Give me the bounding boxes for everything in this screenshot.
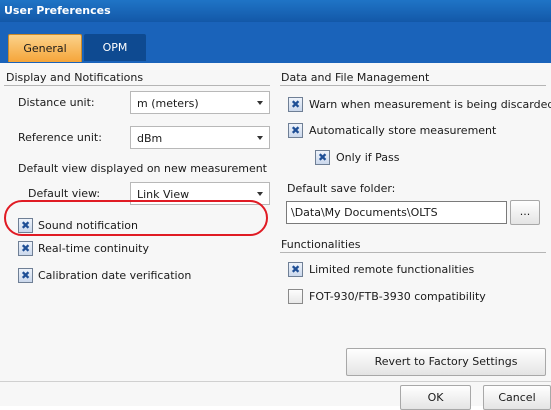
- ok-button[interactable]: OK: [400, 385, 471, 410]
- reference-unit-value: dBm: [137, 132, 163, 145]
- functionalities-heading: Functionalities: [281, 238, 361, 251]
- reference-unit-dropdown[interactable]: dBm: [130, 126, 270, 149]
- chevron-down-icon: [257, 101, 263, 105]
- cancel-button[interactable]: Cancel: [483, 385, 551, 410]
- save-folder-field[interactable]: [286, 201, 507, 224]
- sound-notification-label: Sound notification: [38, 219, 138, 232]
- save-folder-label: Default save folder:: [287, 182, 396, 195]
- window-title: User Preferences: [4, 4, 111, 17]
- tab-bar: General OPM: [0, 22, 551, 63]
- limited-remote-label: Limited remote functionalities: [309, 263, 475, 276]
- warn-discard-label: Warn when measurement is being discarded: [309, 98, 551, 111]
- auto-store-checkbox[interactable]: [288, 123, 303, 138]
- default-view-label: Default view:: [28, 187, 101, 200]
- display-notifications-heading: Display and Notifications: [6, 71, 144, 84]
- distance-unit-dropdown[interactable]: m (meters): [130, 91, 270, 114]
- default-view-value: Link View: [137, 188, 190, 201]
- footer-divider: [0, 381, 551, 382]
- fot-compat-label: FOT-930/FTB-3930 compatibility: [309, 290, 486, 303]
- calibration-date-label: Calibration date verification: [38, 269, 192, 282]
- calibration-date-checkbox[interactable]: [18, 268, 33, 283]
- save-folder-input[interactable]: [287, 202, 506, 223]
- fot-compat-checkbox[interactable]: [288, 289, 303, 304]
- auto-store-label: Automatically store measurement: [309, 124, 497, 137]
- section-divider: [280, 252, 546, 253]
- only-if-pass-label: Only if Pass: [336, 151, 400, 164]
- section-divider: [280, 85, 546, 86]
- tab-opm[interactable]: OPM: [84, 34, 146, 61]
- only-if-pass-checkbox[interactable]: [315, 150, 330, 165]
- default-view-heading: Default view displayed on new measuremen…: [18, 162, 267, 175]
- real-time-continuity-checkbox[interactable]: [18, 241, 33, 256]
- tab-general[interactable]: General: [8, 34, 82, 62]
- reference-unit-label: Reference unit:: [18, 131, 102, 144]
- browse-button[interactable]: ...: [510, 200, 540, 225]
- revert-factory-button[interactable]: Revert to Factory Settings: [346, 348, 546, 376]
- sound-notification-checkbox[interactable]: [18, 218, 33, 233]
- section-divider: [4, 85, 270, 86]
- real-time-continuity-label: Real-time continuity: [38, 242, 149, 255]
- chevron-down-icon: [257, 136, 263, 140]
- distance-unit-value: m (meters): [137, 97, 199, 110]
- distance-unit-label: Distance unit:: [18, 96, 95, 109]
- default-view-dropdown[interactable]: Link View: [130, 182, 270, 205]
- preferences-panel: Display and Notifications Distance unit:…: [0, 63, 551, 410]
- title-bar: User Preferences: [0, 0, 551, 22]
- chevron-down-icon: [257, 192, 263, 196]
- limited-remote-checkbox[interactable]: [288, 262, 303, 277]
- warn-discard-checkbox[interactable]: [288, 97, 303, 112]
- data-file-management-heading: Data and File Management: [281, 71, 430, 84]
